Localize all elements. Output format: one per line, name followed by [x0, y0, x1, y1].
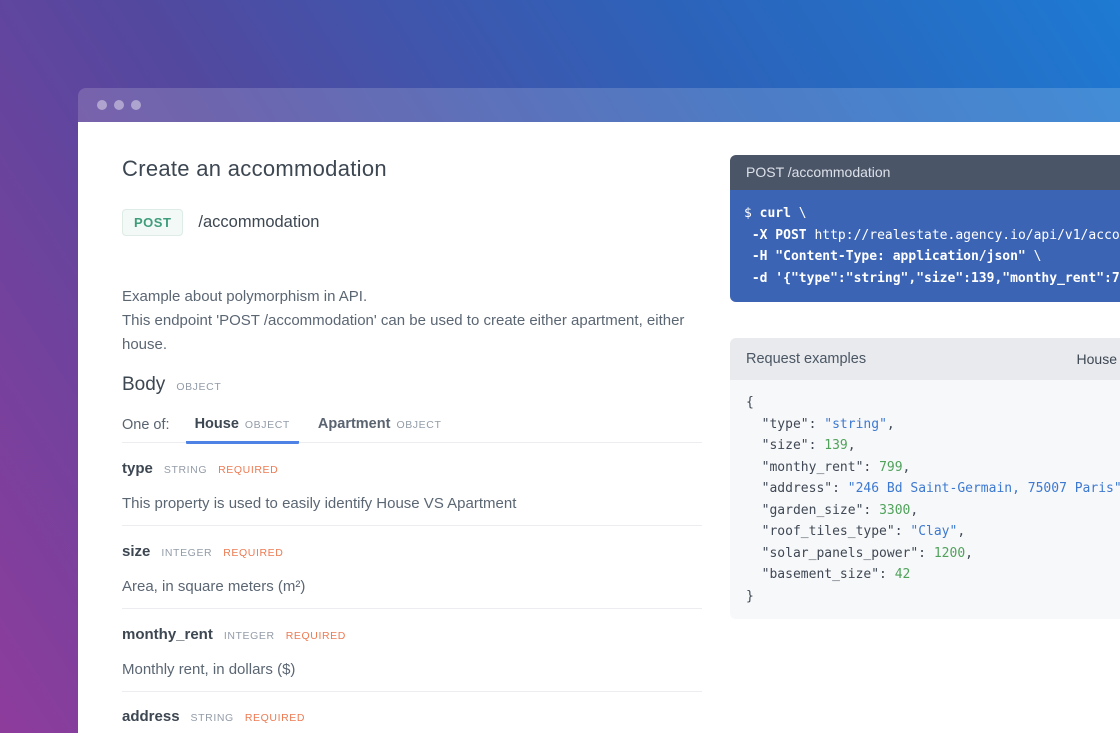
browser-window: Create an accommodation POST /accommodat…: [78, 88, 1120, 733]
curl-code-line: -d '{"type":"string","size":139,"monthy_…: [744, 268, 1120, 290]
json-code-line: "garden_size": 3300,: [746, 500, 1120, 522]
property-required-badge: REQUIRED: [286, 626, 346, 646]
property-required-badge: REQUIRED: [245, 708, 305, 728]
property-required-badge: REQUIRED: [223, 543, 283, 563]
endpoint-description: Example about polymorphism in API. This …: [122, 285, 702, 357]
property-name: type: [122, 459, 153, 479]
one-of-row: One of: House OBJECT Apartment OBJECT: [122, 416, 702, 443]
endpoint-row: POST /accommodation: [122, 207, 702, 238]
json-example-block: { "type": "string", "size": 139, "monthy…: [730, 380, 1120, 619]
code-column: POST /accommodation $ curl \ -X POST htt…: [730, 155, 1120, 733]
property-address: address STRING REQUIRED: [122, 692, 702, 733]
property-type-label: INTEGER: [224, 626, 275, 646]
curl-panel: POST /accommodation $ curl \ -X POST htt…: [730, 155, 1120, 302]
tab-type-label: OBJECT: [396, 419, 441, 431]
request-examples-title: Request examples: [746, 351, 866, 367]
body-section-label: Body: [122, 373, 165, 397]
page-title: Create an accommodation: [122, 155, 702, 183]
property-description: This property is used to easily identify…: [122, 492, 702, 516]
property-description: Monthly rent, in dollars ($): [122, 658, 702, 682]
tab-house[interactable]: House OBJECT: [186, 416, 299, 444]
body-section-type: OBJECT: [176, 381, 221, 393]
tab-apartment[interactable]: Apartment OBJECT: [309, 416, 451, 444]
request-examples-header: Request examples House: [730, 338, 1120, 380]
property-name: size: [122, 542, 150, 562]
property-type-label: INTEGER: [161, 543, 212, 563]
property-monthy_rent: monthy_rent INTEGER REQUIRED Monthly rent, …: [122, 609, 702, 692]
json-code-line: "size": 139,: [746, 435, 1120, 457]
property-description: Area, in square meters (m²): [122, 575, 702, 599]
curl-panel-header: POST /accommodation: [730, 155, 1120, 190]
window-dot-icon[interactable]: [114, 100, 124, 110]
json-code-line: "roof_tiles_type": "Clay",: [746, 521, 1120, 543]
curl-code-line: -X POST http://realestate.agency.io/api/…: [744, 225, 1120, 247]
curl-code-line: $ curl \: [744, 203, 1120, 225]
tab-type-label: OBJECT: [245, 419, 290, 431]
property-required-badge: REQUIRED: [218, 460, 278, 480]
property-name: monthy_rent: [122, 625, 213, 645]
window-dot-icon[interactable]: [97, 100, 107, 110]
description-line: This endpoint 'POST /accommodation' can …: [122, 309, 702, 357]
json-code-line: "address": "246 Bd Saint-Germain, 75007 …: [746, 478, 1120, 500]
json-code-line: }: [746, 586, 1120, 608]
json-code-line: "basement_size": 42: [746, 564, 1120, 586]
curl-code-block: $ curl \ -X POST http://realestate.agenc…: [730, 190, 1120, 302]
json-code-line: "type": "string",: [746, 414, 1120, 436]
body-section-heading: Body OBJECT: [122, 373, 702, 397]
doc-content: Create an accommodation POST /accommodat…: [122, 155, 702, 733]
description-line: Example about polymorphism in API.: [122, 285, 702, 309]
json-code-line: "monthy_rent": 799,: [746, 457, 1120, 479]
tab-label: House: [195, 416, 239, 432]
one-of-label: One of:: [122, 417, 170, 442]
property-type: type STRING REQUIRED This property is used …: [122, 443, 702, 526]
curl-code-line: -H "Content-Type: application/json" \: [744, 246, 1120, 268]
property-list: type STRING REQUIRED This property is used …: [122, 443, 702, 733]
property-type-label: STRING: [164, 460, 207, 480]
tab-label: Apartment: [318, 416, 391, 432]
example-selector-value: House: [1077, 351, 1117, 367]
json-code-line: "solar_panels_power": 1200,: [746, 543, 1120, 565]
method-badge: POST: [122, 209, 183, 236]
window-titlebar: [78, 88, 1120, 122]
window-dot-icon[interactable]: [131, 100, 141, 110]
property-type-label: STRING: [191, 708, 234, 728]
property-size: size INTEGER REQUIRED Area, in square meter…: [122, 526, 702, 609]
endpoint-path: /accommodation: [198, 213, 319, 232]
property-name: address: [122, 707, 180, 727]
json-code-line: {: [746, 392, 1120, 414]
request-examples-panel: Request examples House { "type": "string…: [730, 338, 1120, 619]
docs-page: Create an accommodation POST /accommodat…: [78, 122, 1120, 733]
example-selector[interactable]: House: [1077, 351, 1120, 367]
one-of-tabs: House OBJECT Apartment OBJECT: [186, 416, 451, 442]
